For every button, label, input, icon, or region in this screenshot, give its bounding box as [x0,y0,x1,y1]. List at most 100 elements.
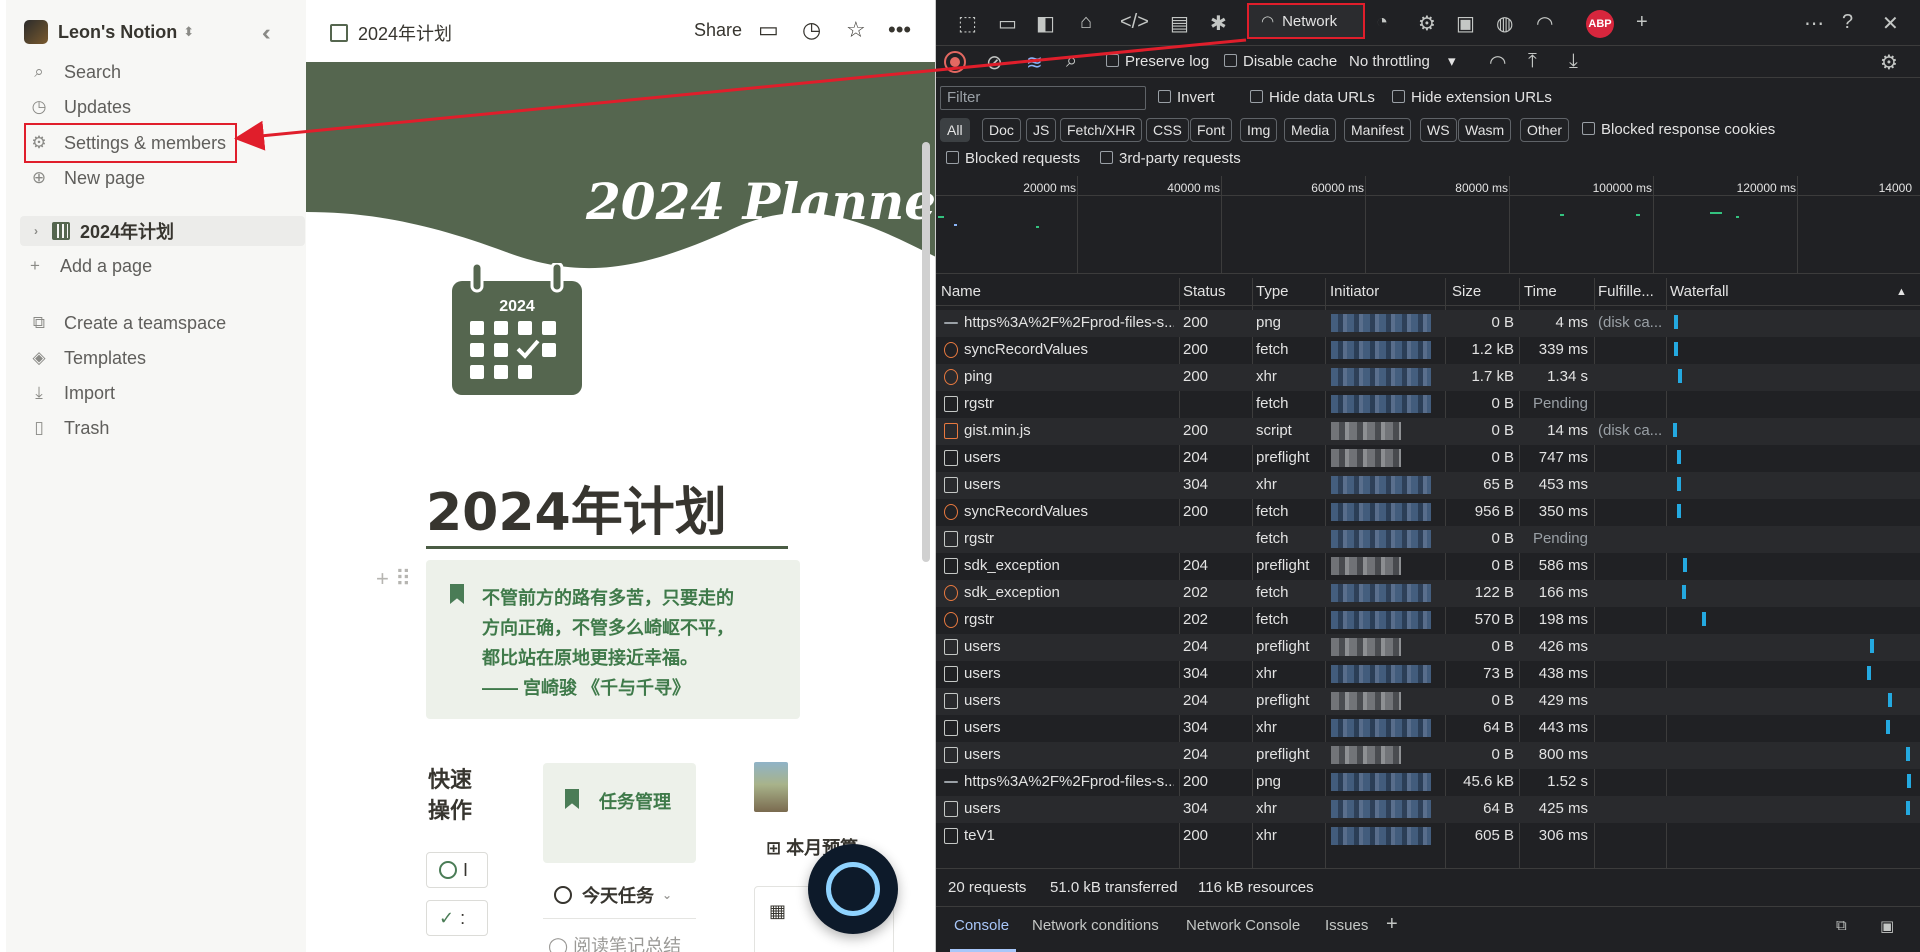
share-button[interactable]: Share [694,20,742,41]
filter-chip-doc[interactable]: Doc [982,118,1021,142]
page-title[interactable]: 2024年计划 [426,470,727,545]
table-row[interactable]: sdk_exception 204 preflight 0 B 586 ms [936,553,1920,580]
column-header-time[interactable]: Time [1524,283,1557,300]
sidebar-item-add-page[interactable]: + Add a page [24,251,152,281]
scrollbar[interactable] [922,62,930,942]
cell-initiator-redacted[interactable] [1331,584,1431,602]
console-icon[interactable]: ▤ [1170,11,1189,36]
filter-chip-all[interactable]: All [940,118,970,142]
plus-icon[interactable]: + [1386,913,1398,936]
preserve-log-checkbox[interactable]: Preserve log [1106,53,1209,70]
sidebar-item-create-teamspace[interactable]: ⧉ Create a teamspace [28,308,226,338]
record-icon[interactable] [944,51,966,73]
column-header-initiator[interactable]: Initiator [1330,283,1379,300]
table-row[interactable]: syncRecordValues 200 fetch 956 B 350 ms [936,499,1920,526]
table-row[interactable]: users 204 preflight 0 B 800 ms [936,742,1920,769]
table-row[interactable]: gist.min.js 200 script 0 B 14 ms (disk ca... [936,418,1920,445]
sidebar-page-2024[interactable]: › 2024年计划 [20,216,305,246]
table-row[interactable]: users 304 xhr 64 B 425 ms [936,796,1920,823]
network-overview[interactable]: 20000 ms 40000 ms 60000 ms 80000 ms 1000… [936,176,1920,274]
cell-initiator-redacted[interactable] [1331,773,1431,791]
filter-chip-wasm[interactable]: Wasm [1458,118,1512,142]
table-row[interactable]: teV1 200 xhr 605 B 306 ms [936,823,1920,850]
sidebar-item-new-page[interactable]: ⊕ New page [28,163,145,193]
filter-chip-other[interactable]: Other [1520,118,1570,142]
cell-initiator-redacted[interactable] [1331,314,1431,332]
table-row[interactable]: users 204 preflight 0 B 426 ms [936,634,1920,661]
throttling-select[interactable]: No throttling ▾ [1349,52,1456,70]
breadcrumb[interactable]: 2024年计划 [330,20,452,46]
table-row[interactable]: sdk_exception 202 fetch 122 B 166 ms [936,580,1920,607]
collapse-sidebar-icon[interactable]: ‹‹ [262,20,270,46]
sidebar-item-updates[interactable]: ◷ Updates [28,92,131,122]
filter-chip-ws[interactable]: WS [1420,118,1457,142]
download-icon[interactable]: ⤓ [1569,50,1578,73]
quick-action-button[interactable]: I [426,852,488,888]
chevron-right-icon[interactable]: › [26,224,46,238]
quote-callout[interactable]: 不管前方的路有多苦，只要走的 方向正确，不管多么崎岖不平， 都比站在原地更接近幸… [426,560,800,719]
drawer-tab-network-conditions[interactable]: Network conditions [1032,917,1159,934]
adblock-plus-icon[interactable]: ABP [1586,10,1614,38]
filter-chip-manifest[interactable]: Manifest [1344,118,1411,142]
table-row[interactable]: users 304 xhr 65 B 453 ms [936,472,1920,499]
hide-data-urls-checkbox[interactable]: Hide data URLs [1250,89,1375,106]
invert-checkbox[interactable]: Invert [1158,89,1215,106]
cell-initiator-redacted[interactable] [1331,422,1401,440]
column-header-status[interactable]: Status [1183,283,1226,300]
blocked-response-cookies-checkbox[interactable]: Blocked response cookies [1582,121,1775,138]
cell-initiator-redacted[interactable] [1331,395,1431,413]
table-row[interactable]: https%3A%2F%2Fprod-files-s... 200 png 0 B 4 … [936,310,1920,337]
cell-initiator-redacted[interactable] [1331,800,1431,818]
dock-icon[interactable]: ⧉ [1836,917,1847,934]
sidebar-toggle-icon[interactable]: ◧ [1036,11,1055,36]
clear-icon[interactable]: ⊘ [986,50,1003,75]
cell-initiator-redacted[interactable] [1331,746,1401,764]
cell-initiator-redacted[interactable] [1331,530,1431,548]
workspace-switcher[interactable]: Leon's Notion ⬍ [24,18,194,46]
network-conditions-icon[interactable]: ◠ [1536,11,1553,36]
more-icon[interactable]: ••• [888,17,911,43]
star-icon[interactable]: ☆ [846,17,866,43]
table-row[interactable]: users 204 preflight 0 B 429 ms [936,688,1920,715]
filter-chip-img[interactable]: Img [1240,118,1278,142]
table-row[interactable]: users 304 xhr 73 B 438 ms [936,661,1920,688]
scrollbar-thumb[interactable] [922,142,930,562]
tab-network[interactable]: ◠ Network [1247,3,1365,39]
table-row[interactable]: rgstr 202 fetch 570 B 198 ms [936,607,1920,634]
sort-ascending-icon[interactable]: ▲ [1896,286,1907,298]
cell-initiator-redacted[interactable] [1331,557,1401,575]
inspect-icon[interactable]: ⬚ [958,11,977,36]
history-icon[interactable]: ◷ [802,17,821,43]
chat-assistant-button[interactable] [808,844,898,934]
drawer-tab-network-console[interactable]: Network Console [1186,917,1300,934]
close-icon[interactable]: ✕ [1882,11,1899,36]
close-drawer-icon[interactable]: ▣ [1880,917,1894,935]
filter-input[interactable]: Filter [940,86,1146,110]
search-icon[interactable]: ⌕ [1066,50,1077,73]
device-icon[interactable]: ▭ [998,11,1017,36]
drawer-tab-console[interactable]: Console [954,917,1009,934]
network-conditions-icon[interactable]: ◠ [1489,50,1506,75]
plus-icon[interactable]: + [1636,11,1648,34]
column-header-fulfilled[interactable]: Fulfille... [1598,283,1654,300]
drawer-tab-issues[interactable]: Issues [1325,917,1368,934]
cell-initiator-redacted[interactable] [1331,449,1401,467]
quick-action-button[interactable]: ✓ : [426,900,488,936]
column-header-type[interactable]: Type [1256,283,1289,300]
cell-initiator-redacted[interactable] [1331,692,1401,710]
table-row[interactable]: rgstr fetch 0 B Pending [936,391,1920,418]
filter-chip-media[interactable]: Media [1284,118,1337,142]
filter-chip-css[interactable]: CSS [1146,118,1189,142]
table-row[interactable]: users 304 xhr 64 B 443 ms [936,715,1920,742]
sidebar-item-templates[interactable]: ◈ Templates [28,343,146,373]
today-tasks-toggle[interactable]: 今天任务 ⌄ [554,882,672,908]
blocked-requests-checkbox[interactable]: Blocked requests [946,150,1080,167]
table-row[interactable]: ping 200 xhr 1.7 kB 1.34 s [936,364,1920,391]
cell-initiator-redacted[interactable] [1331,341,1431,359]
cell-initiator-redacted[interactable] [1331,476,1431,494]
cell-initiator-redacted[interactable] [1331,719,1431,737]
sources-icon[interactable]: ✱ [1210,11,1227,36]
task-management-callout[interactable]: 任务管理 [543,763,696,863]
sidebar-item-import[interactable]: ⤓ Import [28,378,115,408]
table-row[interactable]: https%3A%2F%2Fprod-files-s... 200 png 45.6 … [936,769,1920,796]
